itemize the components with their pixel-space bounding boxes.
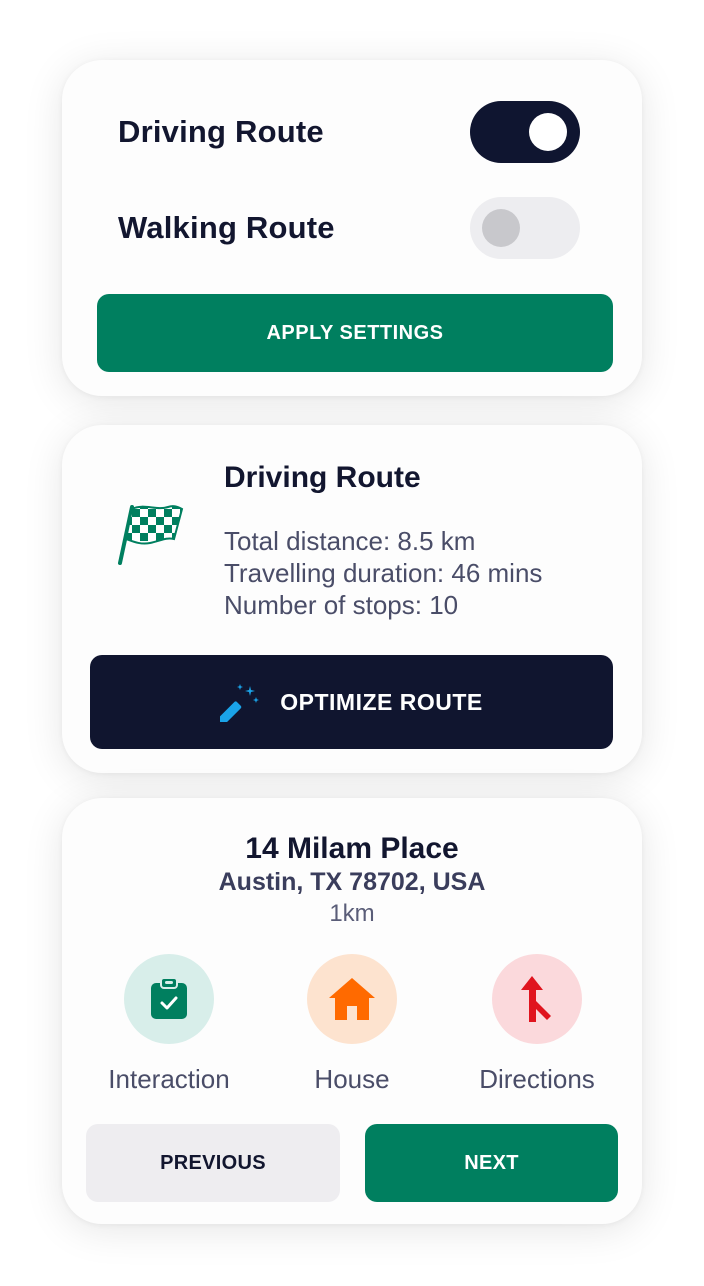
interaction-label: Interaction: [108, 1064, 230, 1094]
checkered-flag-icon: [118, 505, 184, 565]
route-settings-card: Driving Route Walking Route APPLY SETTIN…: [62, 60, 642, 396]
address-city: Austin, TX 78702, USA: [218, 868, 486, 896]
toggle-knob: [482, 209, 520, 247]
house-icon-circle: [307, 954, 397, 1044]
route-stats: Total distance: 8.5 km Travelling durati…: [224, 525, 542, 621]
total-distance-text: Total distance: 8.5 km: [224, 526, 476, 556]
stop-details-card: 14 Milam Place Austin, TX 78702, USA 1km…: [62, 798, 642, 1224]
directions-label: Directions: [479, 1064, 595, 1094]
house-action[interactable]: House: [262, 954, 442, 1095]
toggle-knob: [529, 113, 567, 151]
directions-action[interactable]: Directions: [447, 954, 627, 1095]
route-summary-card: Driving Route Total distance: 8.5 km Tra…: [62, 425, 642, 773]
driving-route-label: Driving Route: [118, 114, 324, 149]
house-icon: [329, 978, 375, 1020]
route-title: Driving Route: [224, 461, 421, 494]
stops-count-text: Number of stops: 10: [224, 590, 459, 620]
house-label: House: [314, 1064, 390, 1094]
clipboard-check-icon: [151, 977, 187, 1019]
optimize-route-label: OPTIMIZE ROUTE: [280, 688, 483, 715]
walking-route-row: Walking Route: [118, 196, 580, 260]
optimize-route-button[interactable]: OPTIMIZE ROUTE: [90, 655, 613, 749]
next-button[interactable]: NEXT: [365, 1124, 618, 1202]
walking-route-label: Walking Route: [118, 210, 335, 245]
address-street: 14 Milam Place: [245, 832, 459, 865]
walking-route-toggle[interactable]: [470, 197, 580, 259]
magic-wand-icon: [220, 684, 260, 722]
directions-icon-circle: [492, 954, 582, 1044]
stop-distance: 1km: [329, 900, 375, 927]
driving-route-toggle[interactable]: [470, 101, 580, 163]
interaction-action[interactable]: Interaction: [79, 954, 259, 1095]
previous-button[interactable]: PREVIOUS: [86, 1124, 340, 1202]
apply-settings-button[interactable]: APPLY SETTINGS: [97, 294, 613, 372]
driving-route-row: Driving Route: [118, 100, 580, 164]
directions-icon: [521, 976, 551, 1022]
travel-duration-text: Travelling duration: 46 mins: [224, 558, 543, 588]
interaction-icon-circle: [124, 954, 214, 1044]
